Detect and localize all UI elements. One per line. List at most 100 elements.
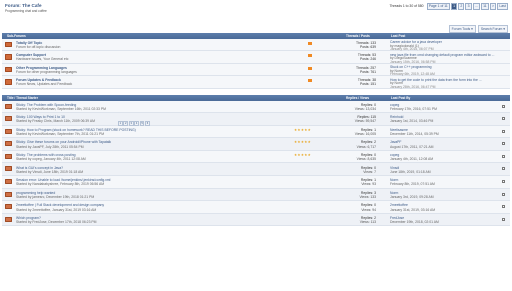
thread-select-checkbox[interactable] <box>502 180 505 184</box>
thread-views: Views: 59,547 <box>354 119 376 124</box>
thread-status-icon <box>5 153 12 159</box>
thread-starter[interactable]: Started by Nandababyshree, February 8th,… <box>16 182 104 186</box>
thread-status-icon <box>5 216 12 222</box>
subforum-posts: Posts: 639 <box>359 44 376 49</box>
thread-views: Views: 7 <box>363 169 376 174</box>
thread-row: Which program? Started by FredJose, Dece… <box>2 213 510 227</box>
thread-row: 2meettoffee | Full Stack development and… <box>2 201 510 214</box>
col-subforums: Sub-Forums <box>7 34 26 39</box>
thread-list: Sticky: The Problem with Spoon-feeding S… <box>2 100 510 227</box>
forum-subtitle: Programming chat and coffee <box>5 8 47 13</box>
page-1[interactable]: 1 <box>450 3 458 10</box>
last-post-date: February 8th, 2019, 07:51 AM <box>390 182 435 187</box>
col-threads-posts[interactable]: Threads / Posts <box>346 34 370 38</box>
threads-count: Threads 1 to 30 of 580 <box>389 4 424 9</box>
pagination: Threads 1 to 30 of 580 Page 1 of 11 1 2 … <box>389 3 508 10</box>
thread-views: Views: 133 <box>359 194 376 199</box>
thread-status-icon <box>5 166 12 172</box>
thread-status-icon <box>5 103 12 109</box>
thread-select-checkbox[interactable] <box>502 192 505 196</box>
thread-status-icon <box>5 179 12 185</box>
thread-select-checkbox[interactable] <box>502 142 505 146</box>
thread-views: Views: 94 <box>361 207 376 212</box>
rss-icon[interactable] <box>308 79 312 83</box>
forum-status-icon <box>5 54 12 60</box>
last-post-date: January 1st, 2014, 03:46 PM <box>390 119 434 124</box>
subforum-list: Totally Off Topic Forum for off-topic di… <box>2 38 510 89</box>
last-post-date: June 18th, 2019, 01:18 AM <box>390 169 431 174</box>
thread-views: Views: 113 <box>359 220 376 225</box>
thread-select-checkbox[interactable] <box>502 154 505 158</box>
thread-select-checkbox[interactable] <box>502 205 505 209</box>
last-post-date: December 11th, 2014, 05:39 PM <box>390 131 439 136</box>
thread-starter[interactable]: Started by 2meettoffee, January 31st, 20… <box>16 208 96 212</box>
last-post-date: January 4th, 2011, 12:08 AM <box>390 157 434 162</box>
thread-select-checkbox[interactable] <box>502 104 505 108</box>
rss-icon[interactable] <box>308 41 312 45</box>
thread-views: Views: 8,635 <box>356 157 376 162</box>
thread-status-icon <box>5 141 12 147</box>
thread-starter[interactable]: Started by KevinWorkman, September 7th, … <box>16 132 104 136</box>
col-last-post[interactable]: Last Post <box>391 34 405 38</box>
forum-status-icon <box>5 66 12 72</box>
thread-views: Views: 13,034 <box>354 106 376 111</box>
forum-title[interactable]: Forum: The Cafe <box>5 3 42 8</box>
rss-icon[interactable] <box>308 66 312 70</box>
page-3[interactable]: 3 <box>465 3 472 10</box>
subforum-row: Computer Support Hardware issues, Your G… <box>2 51 510 64</box>
thread-starter[interactable]: Started by jamesrc, December 19th, 2018 … <box>16 195 94 199</box>
subforum-desc: Forum News, Updates and Feedback <box>16 82 73 87</box>
forum-page: Forum: The Cafe Programming chat and cof… <box>2 0 510 227</box>
forum-status-icon <box>5 79 12 85</box>
last-post-date: August 17th, 2011, 07:21 AM <box>390 144 434 149</box>
thread-status-icon <box>5 116 12 122</box>
toolbar: Forum Tools ▾ Search Forum ▾ <box>2 20 510 33</box>
thread-starter[interactable]: Started by JavaPF, July 28th, 2011 05:54… <box>16 145 84 149</box>
thread-starter[interactable]: Started by Vinsdi, June 18th, 2019 01:18… <box>16 170 83 174</box>
col-last-post-by[interactable]: Last Post By <box>391 96 410 100</box>
thread-starter[interactable]: Started by KevinWorkman, September 16th,… <box>16 107 106 111</box>
forum-tools-button[interactable]: Forum Tools ▾ <box>448 25 476 33</box>
subforum-row: Other Programming Languages Forum for ot… <box>2 63 510 76</box>
col-title[interactable]: Title / Thread Starter <box>7 96 38 100</box>
page-info[interactable]: Page 1 of 11 <box>426 3 450 10</box>
page-11[interactable]: 11 <box>480 3 489 10</box>
last-post-date: January 28th, 2016, 06:47 PM <box>390 84 436 89</box>
rating-stars: ★★★★★ <box>294 152 312 157</box>
subforum-posts: Posts: 761 <box>359 69 376 74</box>
subforum-desc: Forum for off-topic discussion <box>16 44 61 49</box>
page-2[interactable]: 2 <box>458 3 465 10</box>
subforum-posts: Posts: 246 <box>359 57 376 62</box>
subforum-row: Forum Updates & Feedback Forum News, Upd… <box>2 76 510 89</box>
last-post-date: January 31st, 2019, 03:16 AM <box>390 207 436 212</box>
thread-starter[interactable]: Started by Freaky Chris, March 11th, 200… <box>16 119 95 123</box>
thread-select-checkbox[interactable] <box>502 117 505 121</box>
last-post-date: December 19th, 2018, 02:01 AM <box>390 220 439 225</box>
search-forum-button[interactable]: Search Forum ▾ <box>477 25 508 33</box>
page-ellipsis: ... <box>472 3 480 10</box>
thread-starter[interactable]: Started by FredJose, December 17th, 2018… <box>16 220 96 224</box>
last-post-date: January 3rd, 2019, 09:28 AM <box>390 194 434 199</box>
rating-stars: ★★★★★ <box>294 140 312 145</box>
thread-status-icon <box>5 191 12 197</box>
col-replies-views[interactable]: Replies / Views <box>346 96 369 100</box>
thread-row: programming help wanted Started by james… <box>2 188 510 202</box>
thread-row: Sticky: The Problem with Spoon-feeding S… <box>2 100 510 114</box>
subforum-desc: Hardware issues, Your General etc <box>16 57 69 62</box>
thread-status-icon <box>5 128 12 134</box>
last-post-date: February 17th, 2016, 07:51 PM <box>390 106 437 111</box>
thread-starter[interactable]: Started by copeg, January 4th, 2011 12:0… <box>16 157 86 161</box>
next-page-button[interactable]: > <box>489 3 497 10</box>
rss-icon[interactable] <box>308 54 312 58</box>
subforum-row: Totally Off Topic Forum for off-topic di… <box>2 38 510 51</box>
thread-select-checkbox[interactable] <box>502 167 505 171</box>
subforum-posts: Posts: 151 <box>359 82 376 87</box>
thread-row: What is GUI's concept in Java? Started b… <box>2 163 510 177</box>
forum-status-icon <box>5 41 12 47</box>
subforum-desc: Forum for other programming languages <box>16 69 77 74</box>
thread-select-checkbox[interactable] <box>502 129 505 133</box>
thread-select-checkbox[interactable] <box>502 217 505 221</box>
thread-row: Sticky: How to Program (stuck on homewor… <box>2 125 510 139</box>
last-page-button[interactable]: Last <box>497 3 508 10</box>
thread-row: Sticky: 100 Ways to Print 1 to 10 Starte… <box>2 113 510 127</box>
